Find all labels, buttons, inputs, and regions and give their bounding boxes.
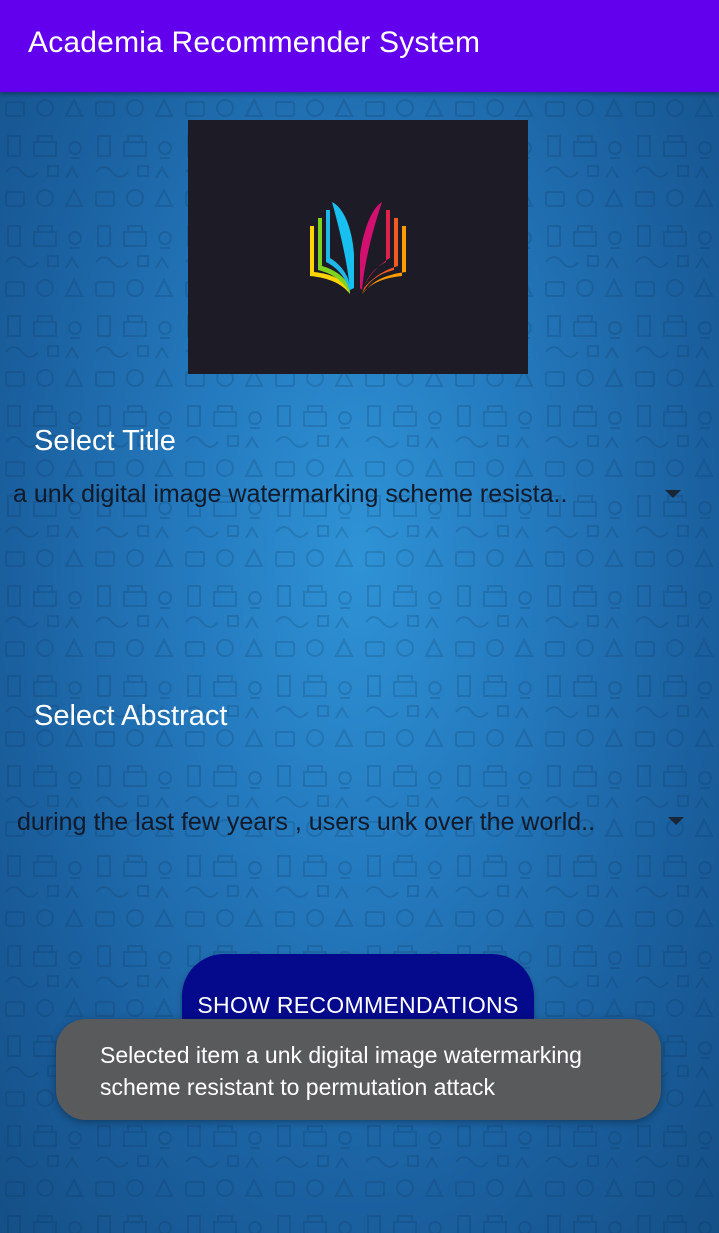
logo-image: [188, 120, 528, 374]
title-spinner-value: a unk digital image watermarking scheme …: [13, 480, 568, 508]
show-recommendations-label: SHOW RECOMMENDATIONS: [197, 992, 519, 1018]
open-book-rainbow-logo-icon: [310, 202, 406, 294]
select-title-label: Select Title: [34, 425, 176, 457]
toast-text: Selected item a unk digital image waterm…: [100, 1042, 582, 1100]
abstract-spinner-value: during the last few years , users unk ov…: [17, 808, 596, 836]
app-title: Academia Recommender System: [28, 26, 481, 59]
dropdown-arrow-icon[interactable]: [665, 490, 681, 498]
abstract-spinner[interactable]: during the last few years , users unk ov…: [0, 800, 719, 850]
title-spinner[interactable]: a unk digital image watermarking scheme …: [0, 472, 719, 522]
dropdown-arrow-icon[interactable]: [668, 817, 684, 825]
screen: Academia Recommender System Select Title…: [0, 0, 719, 1233]
toast-message: Selected item a unk digital image waterm…: [56, 1019, 661, 1120]
app-bar: Academia Recommender System: [0, 0, 719, 92]
select-abstract-label: Select Abstract: [34, 700, 228, 732]
